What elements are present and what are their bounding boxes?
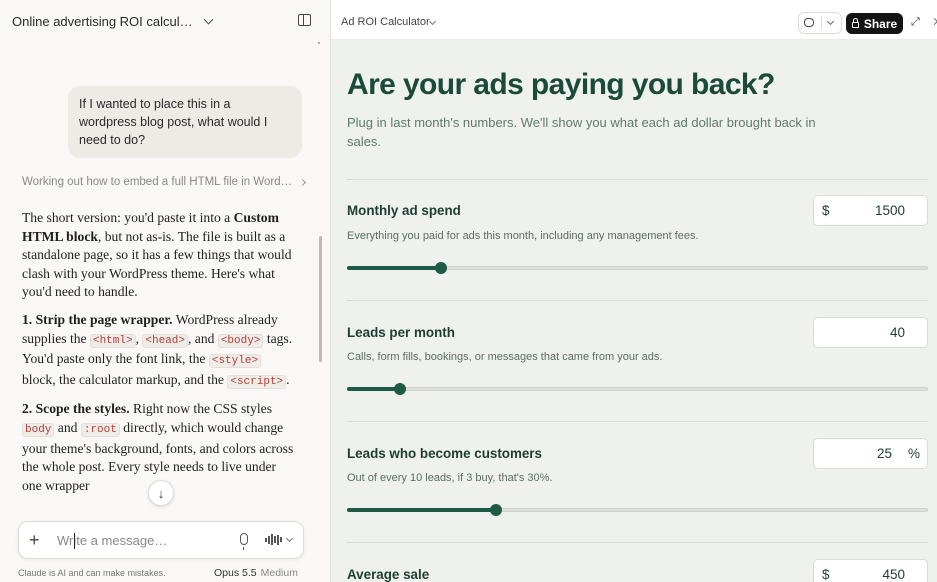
- copy-icon[interactable]: [804, 18, 814, 27]
- average-sale-input[interactable]: $ 450: [813, 559, 928, 582]
- response-text: .: [286, 371, 290, 387]
- expand-icon[interactable]: ⤢: [911, 16, 920, 29]
- inline-code: <head>: [142, 333, 188, 348]
- ad-spend-input[interactable]: $ 1500: [813, 195, 928, 226]
- leads-value: 40: [889, 325, 905, 340]
- model-selector[interactable]: Opus 5.5 Medium: [214, 567, 298, 579]
- slider-fill: [347, 266, 440, 270]
- inline-code: <script>: [227, 374, 287, 389]
- response-paragraph: The short version: you'd paste it into a…: [22, 209, 298, 302]
- inline-code: <body>: [217, 333, 264, 348]
- scroll-to-bottom-button[interactable]: ↓: [148, 480, 174, 506]
- sidebar-toggle-icon[interactable]: [298, 14, 311, 26]
- field-label-ad-spend: Monthly ad spend: [347, 203, 461, 218]
- response-text: , and: [187, 330, 218, 346]
- text-cursor: [74, 533, 75, 549]
- lock-icon: [851, 17, 859, 28]
- field-label-average-sale: Average sale: [347, 567, 430, 582]
- calculator-view: Are your ads paying you back? Plug in la…: [331, 40, 937, 582]
- field-help-conversion: Out of every 10 leads, if 3 buy, that's …: [347, 472, 553, 484]
- response-paragraph: 1. Strip the page wrapper. WordPress alr…: [22, 311, 298, 391]
- artifact-title[interactable]: Ad ROI Calculator: [341, 16, 430, 28]
- leads-input[interactable]: 40: [813, 317, 928, 348]
- ad-spend-value: 1500: [874, 203, 905, 218]
- copy-button-group: [798, 12, 842, 34]
- ai-disclaimer: Claude is AI and can make mistakes.: [18, 568, 166, 578]
- chevron-right-icon[interactable]: [930, 17, 937, 26]
- conversion-input[interactable]: 25 %: [813, 438, 928, 469]
- ad-spend-slider[interactable]: [347, 262, 928, 274]
- slider-fill: [347, 387, 400, 391]
- microphone-icon[interactable]: [240, 533, 248, 550]
- percent-suffix: %: [908, 446, 921, 461]
- share-button[interactable]: Share: [846, 13, 903, 34]
- divider: [347, 300, 928, 301]
- chevron-down-icon[interactable]: [203, 14, 214, 24]
- conversation-title[interactable]: Online advertising ROI calcul…: [12, 14, 193, 29]
- inline-code: <html>: [89, 333, 136, 348]
- step-title: 2. Scope the styles.: [22, 401, 130, 417]
- field-help-ad-spend: Everything you paid for ads this month, …: [347, 230, 699, 242]
- artifact-header: Ad ROI Calculator Share ⤢: [331, 0, 937, 40]
- slider-thumb[interactable]: [489, 504, 502, 516]
- model-name: Opus 5.5: [214, 567, 257, 579]
- message-composer: +: [18, 521, 304, 559]
- step-title: 1. Strip the page wrapper.: [22, 311, 173, 327]
- scroll-indicator-dot: [318, 42, 320, 44]
- response-text: Right now the CSS styles: [129, 401, 272, 417]
- currency-prefix: $: [822, 567, 830, 582]
- chevron-down-icon[interactable]: [826, 17, 835, 26]
- field-label-conversion: Leads who become customers: [347, 446, 542, 461]
- currency-prefix: $: [822, 203, 830, 218]
- field-help-leads: Calls, form fills, bookings, or messages…: [347, 351, 663, 363]
- arrow-down-icon: ↓: [157, 485, 165, 501]
- response-text: block, the calculator markup, and the: [22, 371, 228, 387]
- artifact-panel: Ad ROI Calculator Share ⤢ Are your ads p…: [330, 0, 937, 582]
- conversion-value: 25: [876, 446, 892, 461]
- average-sale-value: 450: [882, 567, 905, 582]
- divider: [347, 421, 928, 422]
- thinking-summary-text: Working out how to embed a full HTML fil…: [22, 176, 293, 188]
- divider: [821, 16, 822, 30]
- calculator-subhead: Plug in last month's numbers. We'll show…: [347, 115, 816, 149]
- add-attachment-icon[interactable]: +: [29, 530, 45, 551]
- chat-panel: Online advertising ROI calcul… If I want…: [0, 0, 330, 582]
- leads-slider[interactable]: [347, 383, 928, 395]
- chat-header: Online advertising ROI calcul…: [0, 0, 330, 42]
- share-label: Share: [863, 16, 898, 31]
- divider: [347, 179, 928, 180]
- model-effort-level: Medium: [260, 567, 298, 579]
- slider-thumb[interactable]: [434, 262, 447, 274]
- response-text: The short version: you'd paste it into a: [22, 210, 234, 225]
- inline-code: body: [22, 422, 55, 437]
- field-label-leads: Leads per month: [347, 325, 455, 340]
- slider-thumb[interactable]: [394, 383, 407, 395]
- chat-scrollbar[interactable]: [319, 236, 322, 362]
- thinking-summary[interactable]: Working out how to embed a full HTML fil…: [22, 176, 307, 188]
- chevron-down-icon[interactable]: [285, 534, 294, 543]
- slider-fill: [347, 508, 495, 512]
- divider: [347, 542, 928, 543]
- calculator-headline: Are your ads paying you back?: [347, 68, 775, 101]
- response-text: and: [54, 419, 81, 435]
- assistant-response: The short version: you'd paste it into a…: [22, 209, 298, 504]
- user-message: If I wanted to place this in a wordpress…: [68, 86, 302, 158]
- conversion-slider[interactable]: [347, 504, 928, 516]
- chevron-right-icon: [299, 178, 307, 186]
- chevron-down-icon[interactable]: [428, 17, 437, 26]
- inline-code: <style>: [208, 354, 262, 369]
- message-input[interactable]: [57, 532, 217, 548]
- inline-code: :root: [80, 422, 120, 437]
- voice-mode-icon[interactable]: [265, 534, 282, 545]
